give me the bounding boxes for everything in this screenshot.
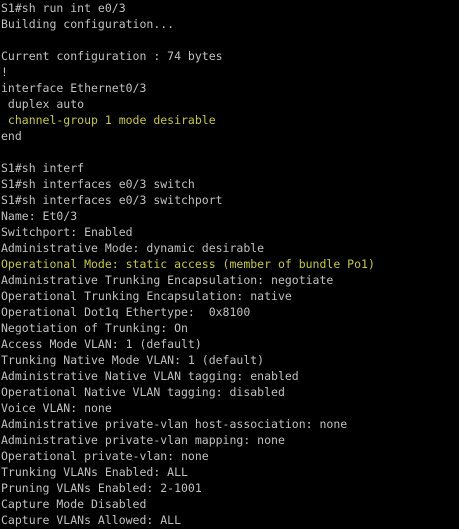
- terminal-line: Administrative private-vlan host-associa…: [1, 417, 348, 431]
- terminal-line: S1#sh interf: [1, 161, 85, 175]
- terminal-window[interactable]: S1#sh run int e0/3 Building configuration…: [0, 0, 459, 529]
- terminal-line: !: [1, 65, 8, 79]
- terminal-line: Administrative Trunking Encapsulation: n…: [1, 273, 334, 287]
- terminal-line: Negotiation of Trunking: On: [1, 321, 188, 335]
- terminal-line: Operational Dot1q Ethertype: 0x8100: [1, 305, 251, 319]
- terminal-line: S1#sh interfaces e0/3 switchport: [1, 193, 223, 207]
- terminal-line: end: [1, 129, 22, 143]
- terminal-line: Operational Native VLAN tagging: disable…: [1, 385, 285, 399]
- terminal-line: Capture Mode Disabled: [1, 497, 147, 511]
- terminal-line: Voice VLAN: none: [1, 401, 112, 415]
- terminal-line-highlighted: channel-group 1 mode desirable: [1, 113, 216, 127]
- terminal-line: Operational Trunking Encapsulation: nati…: [1, 289, 292, 303]
- terminal-line: interface Ethernet0/3: [1, 81, 147, 95]
- terminal-line: Pruning VLANs Enabled: 2-1001: [1, 481, 202, 495]
- terminal-line: Trunking VLANs Enabled: ALL: [1, 465, 188, 479]
- terminal-line: Capture VLANs Allowed: ALL: [1, 513, 182, 527]
- terminal-line: Administrative private-vlan mapping: non…: [1, 433, 285, 447]
- terminal-line: Administrative Native VLAN tagging: enab…: [1, 369, 299, 383]
- terminal-line-highlighted: Operational Mode: static access (member …: [1, 257, 375, 271]
- terminal-line: Trunking Native Mode VLAN: 1 (default): [1, 353, 265, 367]
- terminal-line: Administrative Mode: dynamic desirable: [1, 241, 265, 255]
- terminal-line: Building configuration...: [1, 17, 175, 31]
- terminal-line: S1#sh run int e0/3: [1, 1, 126, 15]
- terminal-line: Current configuration : 74 bytes: [1, 49, 223, 63]
- terminal-line: Switchport: Enabled: [1, 225, 133, 239]
- terminal-line: duplex auto: [1, 97, 85, 111]
- terminal-line: S1#sh interfaces e0/3 switch: [1, 177, 195, 191]
- terminal-line: Operational private-vlan: none: [1, 449, 209, 463]
- terminal-line: Name: Et0/3: [1, 209, 78, 223]
- terminal-line: Access Mode VLAN: 1 (default): [1, 337, 202, 351]
